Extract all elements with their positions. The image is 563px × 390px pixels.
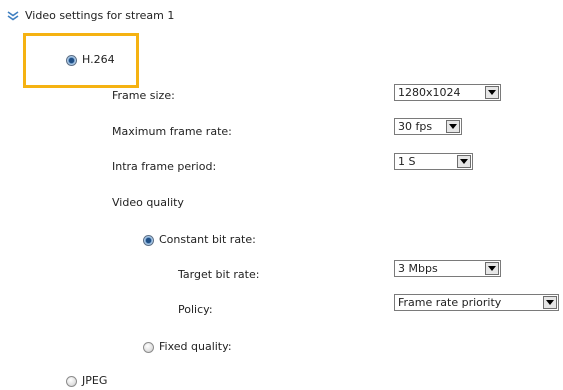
target-bit-rate-value: 3 Mbps (398, 262, 438, 275)
fixed-quality-label: Fixed quality: (159, 340, 232, 353)
dropdown-arrow-icon[interactable] (485, 86, 499, 99)
intra-frame-period-value: 1 S (398, 155, 416, 168)
frame-size-value: 1280x1024 (398, 86, 461, 99)
section-title: Video settings for stream 1 (25, 9, 175, 22)
constant-bit-rate-label: Constant bit rate: (159, 233, 256, 246)
video-quality-heading: Video quality (112, 196, 184, 209)
frame-size-select[interactable]: 1280x1024 (394, 84, 501, 101)
dropdown-arrow-icon[interactable] (485, 262, 499, 275)
intra-frame-period-label: Intra frame period: (112, 160, 217, 173)
policy-value: Frame rate priority (398, 296, 502, 309)
jpeg-label: JPEG (82, 374, 108, 387)
intra-frame-period-select[interactable]: 1 S (394, 153, 473, 170)
constant-bit-rate-radio[interactable] (143, 234, 154, 246)
policy-select[interactable]: Frame rate priority (394, 294, 559, 311)
max-frame-rate-value: 30 fps (398, 120, 433, 133)
max-frame-rate-select[interactable]: 30 fps (394, 118, 462, 135)
constant-bit-rate-option[interactable]: Constant bit rate: (143, 233, 256, 247)
fixed-quality-option[interactable]: Fixed quality: (143, 340, 232, 354)
h264-label: H.264 (82, 53, 115, 66)
dropdown-arrow-icon[interactable] (446, 120, 460, 133)
h264-option[interactable]: H.264 (66, 53, 115, 67)
target-bit-rate-label: Target bit rate: (178, 268, 260, 281)
jpeg-radio[interactable] (66, 375, 77, 387)
fixed-quality-radio[interactable] (143, 341, 154, 353)
frame-size-label: Frame size: (112, 89, 175, 102)
chevron-double-down-icon (7, 11, 19, 21)
target-bit-rate-select[interactable]: 3 Mbps (394, 260, 501, 277)
dropdown-arrow-icon[interactable] (543, 296, 557, 309)
jpeg-option[interactable]: JPEG (66, 374, 107, 388)
h264-radio[interactable] (66, 54, 77, 66)
section-toggle-stream-1[interactable]: Video settings for stream 1 (7, 9, 174, 23)
dropdown-arrow-icon[interactable] (457, 155, 471, 168)
max-frame-rate-label: Maximum frame rate: (112, 125, 232, 138)
policy-label: Policy: (178, 303, 213, 316)
